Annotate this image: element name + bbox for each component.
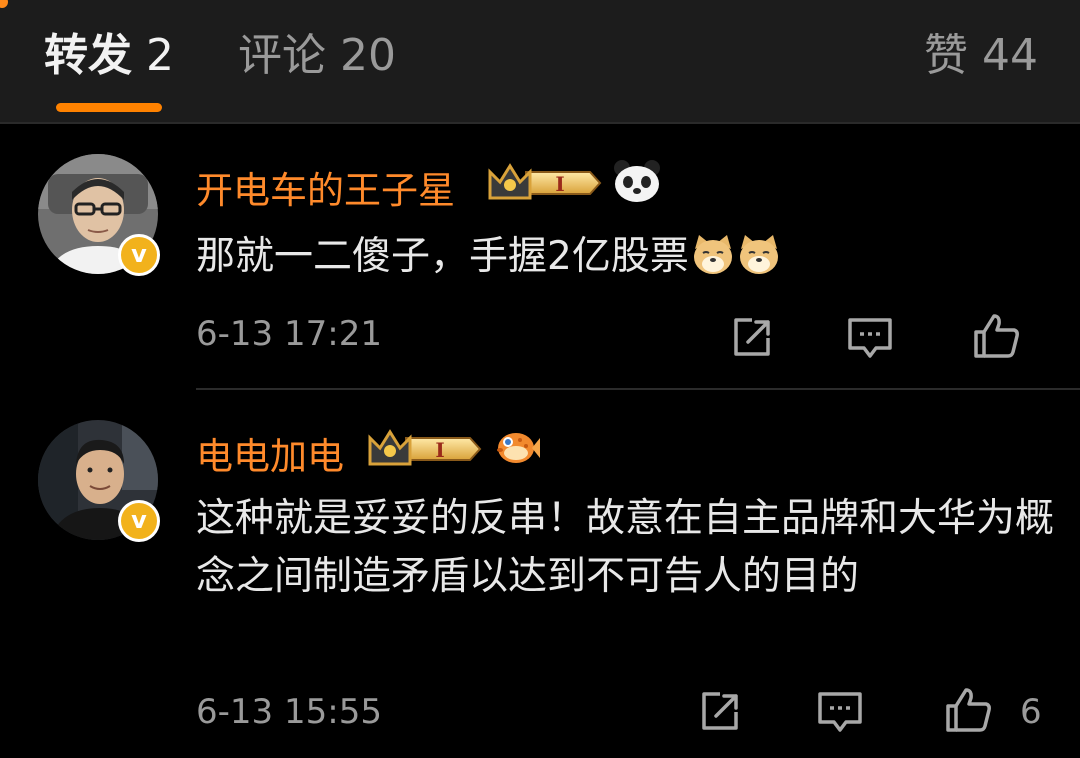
thumbs-up-icon: [946, 688, 991, 732]
status-dot: [0, 0, 8, 8]
comment-text: 那就一二傻子，手握2亿股票: [196, 228, 1056, 286]
like-button[interactable]: [944, 686, 992, 734]
svg-text:I: I: [555, 172, 564, 196]
verified-badge-icon: v: [118, 234, 160, 276]
tab-comments-label: 评论: [238, 30, 326, 81]
like-count: 6: [1020, 692, 1042, 732]
share-button[interactable]: [728, 314, 776, 362]
share-icon: [734, 318, 770, 356]
username[interactable]: 电电加电: [196, 426, 344, 480]
active-tab-indicator: [56, 103, 162, 112]
tab-comments[interactable]: 评论 20: [238, 28, 396, 84]
tab-repost-label: 转发: [44, 30, 132, 81]
share-icon: [702, 692, 738, 730]
panda-icon: [614, 160, 660, 202]
reply-button[interactable]: [816, 688, 864, 736]
avatar[interactable]: v: [38, 154, 160, 276]
tab-likes-count: 44: [982, 30, 1038, 81]
share-button[interactable]: [696, 688, 744, 736]
comment-text: 这种就是妥妥的反串！故意在自主品牌和大华为概念之间制造矛盾以达到不可告人的目的: [196, 496, 1055, 599]
thumbs-up-icon: [974, 314, 1019, 358]
tab-bar: 转发 2 评论 20 赞 44: [0, 0, 1080, 124]
comment-icon: [818, 692, 862, 732]
tab-likes-label: 赞: [924, 30, 968, 81]
avatar[interactable]: v: [38, 420, 160, 542]
comment-timestamp: 6-13 15:55: [196, 692, 382, 732]
comment-item: v 开电车的王子星 I 那就一二傻子，手握2亿股票 6-13 17:21: [0, 124, 1080, 388]
username[interactable]: 开电车的王子星: [196, 160, 455, 214]
tab-repost[interactable]: 转发 2: [44, 28, 174, 84]
doge-emoji-icon: [693, 235, 732, 274]
comment-text-body: 那就一二傻子，手握2亿股票: [196, 234, 689, 279]
like-button[interactable]: [972, 312, 1020, 360]
reply-button[interactable]: [846, 314, 894, 362]
comment-timestamp: 6-13 17:21: [196, 314, 382, 354]
crown-level-badge-icon: I: [368, 429, 482, 466]
crown-level-badge-icon: I: [488, 163, 602, 200]
pufferfish-icon: [497, 433, 540, 463]
verified-badge-icon: v: [118, 500, 160, 542]
comment-item: v 电电加电 I 这种就是妥妥的反串！故意在自主品牌和大华为概念之间制造矛盾以达…: [0, 390, 1080, 758]
tab-likes[interactable]: 赞 44: [924, 28, 1038, 84]
tab-repost-count: 2: [146, 30, 174, 81]
svg-text:I: I: [435, 438, 444, 462]
comment-icon: [848, 318, 892, 358]
comments-screen: 转发 2 评论 20 赞 44 v 开电车的王子星 I 那就一二傻子，手握2亿股…: [0, 0, 1080, 758]
tab-comments-count: 20: [340, 30, 396, 81]
doge-emoji-icon: [739, 235, 778, 274]
